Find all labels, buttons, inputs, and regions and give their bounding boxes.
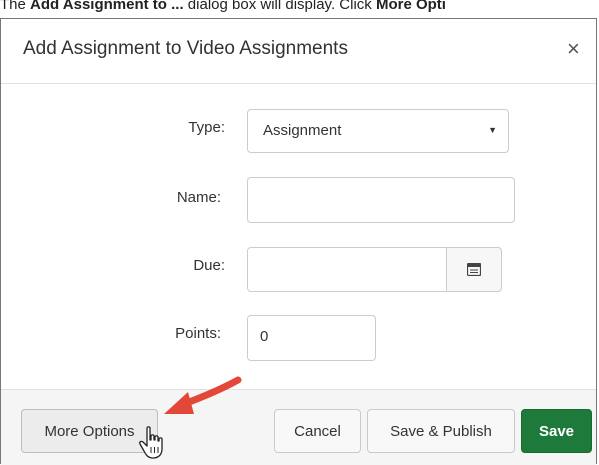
type-select[interactable]: Assignment ▼ bbox=[247, 109, 509, 153]
type-select-value: Assignment bbox=[263, 122, 342, 139]
points-label: Points: bbox=[175, 325, 221, 342]
dialog-header: Add Assignment to Video Assignments × bbox=[1, 19, 596, 84]
caption-bold-more-options: More Opti bbox=[375, 0, 446, 13]
chevron-down-icon: ▼ bbox=[488, 125, 497, 135]
name-label: Name: bbox=[176, 189, 221, 206]
points-input[interactable]: 0 bbox=[247, 315, 376, 361]
caption-middle: dialog box will display. Click bbox=[183, 0, 376, 13]
calendar-button[interactable] bbox=[446, 247, 502, 292]
hand-pointer-cursor-icon bbox=[139, 426, 163, 459]
due-label: Due: bbox=[193, 257, 225, 274]
dialog-footer: More Options Cancel Save & Publish Save bbox=[1, 389, 596, 465]
caption-bold-dialog-name: Add Assignment to ... bbox=[30, 0, 184, 13]
cancel-button[interactable]: Cancel bbox=[274, 409, 361, 453]
save-button[interactable]: Save bbox=[521, 409, 592, 453]
calendar-icon bbox=[467, 263, 481, 276]
save-and-publish-button[interactable]: Save & Publish bbox=[367, 409, 515, 453]
type-label: Type: bbox=[188, 119, 225, 136]
points-input-value: 0 bbox=[260, 328, 269, 345]
instruction-caption: The Add Assignment to ... dialog box wil… bbox=[0, 0, 599, 18]
red-arrow-annotation-icon bbox=[164, 376, 242, 414]
name-input[interactable] bbox=[247, 177, 515, 223]
due-date-input[interactable] bbox=[247, 247, 447, 292]
close-icon[interactable]: × bbox=[567, 36, 580, 62]
add-assignment-dialog: Add Assignment to Video Assignments × Ty… bbox=[0, 18, 597, 465]
caption-prefix: The bbox=[0, 0, 31, 13]
dialog-title: Add Assignment to Video Assignments bbox=[23, 38, 348, 59]
